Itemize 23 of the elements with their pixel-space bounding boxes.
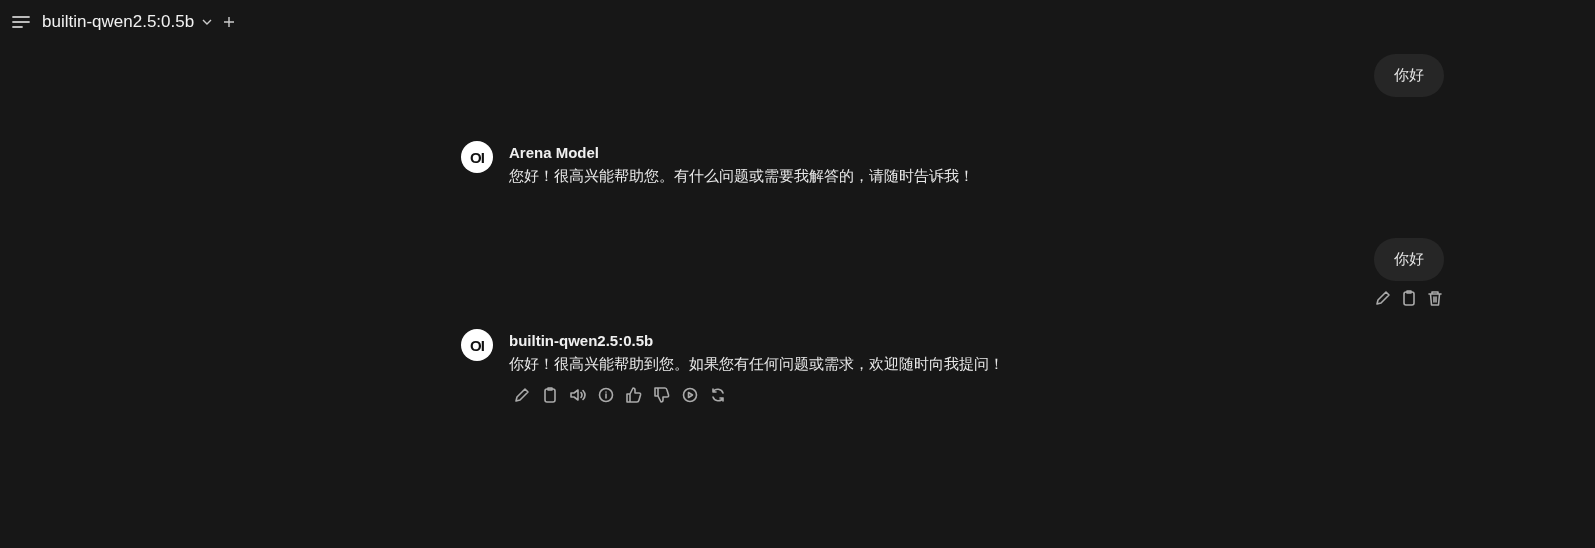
clipboard-icon[interactable]: [541, 386, 559, 404]
add-icon[interactable]: [224, 17, 235, 27]
refresh-icon[interactable]: [709, 386, 727, 404]
thumbs-up-icon[interactable]: [625, 386, 643, 404]
user-message: 你好: [1374, 54, 1444, 97]
model-name: Arena Model: [509, 144, 600, 161]
model-avatar: OI: [461, 329, 493, 361]
speaker-icon[interactable]: [569, 386, 587, 404]
model-avatar: OI: [461, 141, 493, 173]
trash-icon[interactable]: [1426, 289, 1444, 307]
assistant-message: 您好！很高兴能帮助您。有什么问题或需要我解答的，请随时告诉我！: [509, 167, 974, 186]
user-message: 你好: [1374, 238, 1444, 281]
pencil-icon[interactable]: [513, 386, 531, 404]
info-icon[interactable]: [597, 386, 615, 404]
clipboard-icon[interactable]: [1400, 289, 1418, 307]
model-name: builtin-qwen2.5:0.5b: [509, 332, 655, 349]
menu-icon[interactable]: [12, 15, 30, 29]
model-selector[interactable]: builtin-qwen2.5:0.5b: [42, 12, 213, 32]
chevron-down-icon: [202, 19, 213, 25]
pencil-icon[interactable]: [1374, 289, 1392, 307]
thumbs-down-icon[interactable]: [653, 386, 671, 404]
play-circle-icon[interactable]: [681, 386, 699, 404]
assistant-message: 你好！很高兴能帮助到您。如果您有任何问题或需求，欢迎随时向我提问！: [509, 355, 1004, 374]
